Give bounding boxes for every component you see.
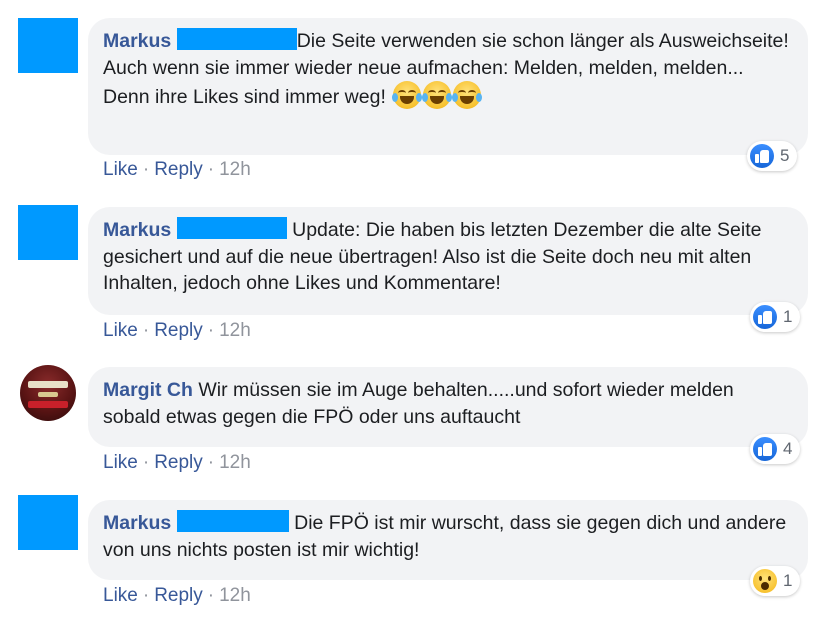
reaction-count: 1 bbox=[783, 307, 793, 326]
comment-bubble: Markus Die Seite verwenden sie schon län… bbox=[88, 18, 808, 155]
timestamp[interactable]: 12h bbox=[219, 320, 251, 341]
avatar[interactable] bbox=[18, 495, 78, 550]
reply-link[interactable]: Reply bbox=[154, 159, 203, 180]
timestamp[interactable]: 12h bbox=[219, 159, 251, 180]
like-link[interactable]: Like bbox=[103, 585, 138, 606]
reply-link[interactable]: Reply bbox=[154, 585, 203, 606]
separator: · bbox=[142, 159, 150, 180]
like-link[interactable]: Like bbox=[103, 159, 138, 180]
separator: · bbox=[142, 320, 150, 341]
comment-author[interactable]: Markus bbox=[103, 30, 171, 52]
avatar[interactable] bbox=[18, 18, 78, 73]
like-icon bbox=[753, 305, 777, 329]
like-link[interactable]: Like bbox=[103, 452, 138, 473]
separator: · bbox=[207, 585, 215, 606]
comment-author[interactable]: Margit Ch bbox=[103, 379, 193, 401]
reply-link[interactable]: Reply bbox=[154, 452, 203, 473]
reply-link[interactable]: Reply bbox=[154, 320, 203, 341]
comment-author[interactable]: Markus bbox=[103, 512, 171, 534]
comment-text-line: Denn ihre Likes sind immer weg! bbox=[103, 86, 386, 108]
like-link[interactable]: Like bbox=[103, 320, 138, 341]
redacted-name bbox=[176, 217, 287, 239]
reaction-count: 4 bbox=[783, 439, 793, 458]
comment-actions: Like · Reply · 12h bbox=[103, 159, 251, 181]
comment-text: Wir müssen sie im Auge behalten.....und … bbox=[103, 379, 734, 428]
timestamp[interactable]: 12h bbox=[219, 585, 251, 606]
reaction-summary[interactable]: 1 bbox=[750, 302, 801, 332]
wow-icon bbox=[753, 569, 777, 593]
comment-actions: Like · Reply · 12h bbox=[103, 585, 251, 607]
reaction-summary[interactable]: 4 bbox=[750, 434, 801, 464]
comment-bubble: Markus Die FPÖ ist mir wurscht, dass sie… bbox=[88, 500, 808, 580]
separator: · bbox=[207, 159, 215, 180]
avatar[interactable] bbox=[18, 205, 78, 260]
avatar[interactable] bbox=[20, 365, 76, 421]
comment-bubble: Margit Ch Wir müssen sie im Auge behalte… bbox=[88, 367, 808, 447]
separator: · bbox=[142, 585, 150, 606]
reaction-count: 5 bbox=[780, 146, 790, 165]
like-icon bbox=[753, 437, 777, 461]
reaction-summary[interactable]: 1 bbox=[750, 566, 801, 596]
comment-actions: Like · Reply · 12h bbox=[103, 452, 251, 474]
comment-bubble: Markus Update: Die haben bis letzten Dez… bbox=[88, 207, 808, 315]
laughing-crying-emoji-icon bbox=[391, 81, 483, 109]
comment-author[interactable]: Markus bbox=[103, 219, 171, 241]
separator: · bbox=[142, 452, 150, 473]
separator: · bbox=[207, 452, 215, 473]
reaction-summary[interactable]: 5 bbox=[747, 141, 798, 171]
timestamp[interactable]: 12h bbox=[219, 452, 251, 473]
like-icon bbox=[750, 144, 774, 168]
redacted-name bbox=[176, 28, 297, 50]
separator: · bbox=[207, 320, 215, 341]
redacted-name bbox=[176, 510, 289, 532]
reaction-count: 1 bbox=[783, 571, 793, 590]
comment-actions: Like · Reply · 12h bbox=[103, 320, 251, 342]
